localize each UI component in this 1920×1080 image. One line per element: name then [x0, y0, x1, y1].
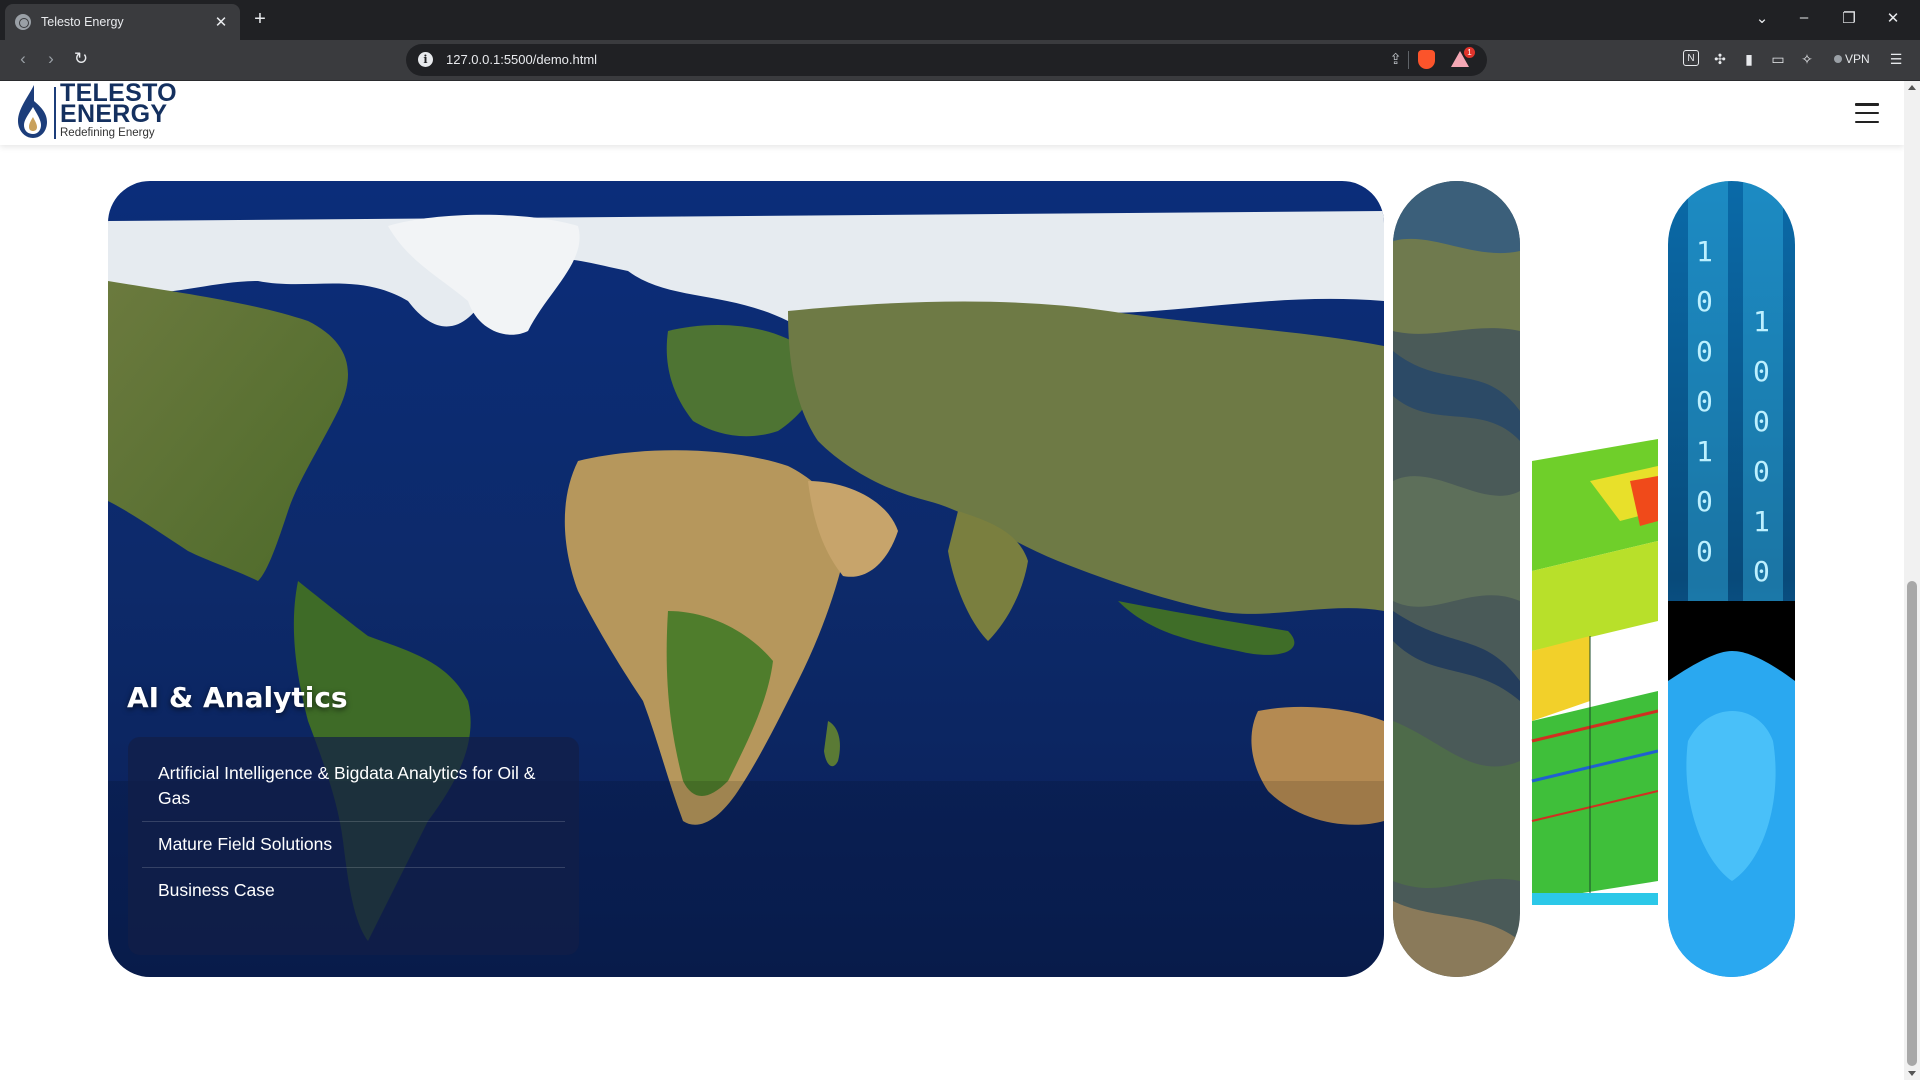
scrollbar-thumb[interactable]	[1907, 581, 1917, 1066]
svg-text:0: 0	[1696, 485, 1713, 518]
url-text[interactable]: 127.0.0.1:5500/demo.html	[446, 52, 597, 67]
digital-binary-image: 1 0 0 0 1 0 0 1 0 0 0 1 0	[1668, 181, 1795, 977]
svg-text:0: 0	[1696, 335, 1713, 368]
close-tab-icon[interactable]: ✕	[212, 13, 230, 31]
carousel-panel-reservoir-model[interactable]	[1530, 181, 1658, 977]
scroll-up-arrow-icon[interactable]	[1908, 85, 1916, 90]
logo-tagline: Redefining Energy	[60, 127, 155, 139]
restore-button[interactable]: ❐	[1839, 9, 1859, 27]
menu-item-mature-field[interactable]: Mature Field Solutions	[142, 822, 565, 868]
svg-text:1: 1	[1753, 305, 1770, 338]
logo-divider	[54, 87, 56, 139]
site-header: TELESTO ENERGY Redefining Energy	[0, 81, 1904, 145]
aerial-delta-image	[1393, 181, 1520, 977]
panel-menu-card: Artificial Intelligence & Bigdata Analyt…	[128, 737, 579, 955]
drop-logo-icon	[18, 85, 47, 138]
notion-extension-icon[interactable]: N	[1683, 50, 1699, 66]
hamburger-menu-icon[interactable]	[1855, 103, 1879, 123]
vpn-button[interactable]: VPN	[1834, 52, 1870, 66]
svg-text:0: 0	[1696, 385, 1713, 418]
site-info-icon[interactable]: i	[418, 52, 433, 67]
svg-text:0: 0	[1753, 555, 1770, 588]
logo[interactable]: TELESTO ENERGY Redefining Energy	[14, 81, 177, 141]
vpn-label: VPN	[1845, 52, 1870, 66]
extensions-icon[interactable]: ✣	[1711, 50, 1729, 68]
browser-toolbar: ‹ › ↻ i 127.0.0.1:5500/demo.html ⇪ 1 N ✣…	[0, 40, 1920, 81]
svg-text:0: 0	[1753, 355, 1770, 388]
svg-text:0: 0	[1696, 285, 1713, 318]
sidebar-icon[interactable]: ▮	[1740, 50, 1758, 68]
wallet-icon[interactable]: ▭	[1769, 50, 1787, 68]
vpn-status-icon	[1834, 55, 1842, 63]
new-tab-button[interactable]: +	[250, 8, 270, 30]
tab-search-icon[interactable]: ⌄	[1752, 9, 1772, 27]
menu-item-ai-bigdata[interactable]: Artificial Intelligence & Bigdata Analyt…	[142, 749, 565, 822]
svg-text:0: 0	[1753, 405, 1770, 438]
reservoir-model-image	[1530, 181, 1658, 977]
carousel-panel-ai-analytics[interactable]: AI & Analytics Artificial Intelligence &…	[108, 181, 1384, 977]
page-viewport: TELESTO ENERGY Redefining Energy AI & An…	[0, 81, 1904, 1080]
menu-icon[interactable]: ☰	[1887, 50, 1905, 68]
browser-tab[interactable]: Telesto Energy ✕	[5, 4, 240, 40]
svg-text:1: 1	[1753, 505, 1770, 538]
logo-text: TELESTO ENERGY Redefining Energy	[60, 81, 177, 139]
rewards-badge: 1	[1464, 47, 1475, 58]
svg-text:1: 1	[1696, 235, 1713, 268]
browser-tab-bar: Telesto Energy ✕ + ⌄ – ❐ ✕	[0, 0, 1920, 40]
close-window-button[interactable]: ✕	[1883, 9, 1903, 27]
scroll-down-arrow-icon[interactable]	[1908, 1071, 1916, 1076]
brave-shields-icon[interactable]	[1418, 50, 1435, 69]
back-button[interactable]: ‹	[12, 49, 34, 69]
leo-ai-icon[interactable]: ✧	[1798, 50, 1816, 68]
svg-text:1: 1	[1696, 435, 1713, 468]
logo-wordmark-line2: ENERGY	[60, 100, 168, 128]
share-icon[interactable]: ⇪	[1389, 50, 1402, 68]
svg-text:0: 0	[1696, 535, 1713, 568]
carousel-panel-aerial-delta[interactable]	[1393, 181, 1520, 977]
svg-text:0: 0	[1753, 455, 1770, 488]
panel-title: AI & Analytics	[127, 681, 348, 714]
tab-title: Telesto Energy	[41, 15, 124, 29]
menu-item-business-case[interactable]: Business Case	[142, 868, 565, 913]
page-scrollbar[interactable]	[1904, 81, 1920, 1080]
reload-button[interactable]: ↻	[70, 49, 92, 69]
forward-button[interactable]: ›	[40, 49, 62, 69]
url-divider	[1408, 51, 1409, 69]
minimize-button[interactable]: –	[1794, 9, 1814, 26]
globe-icon	[15, 14, 31, 30]
carousel-panel-digital[interactable]: 1 0 0 0 1 0 0 1 0 0 0 1 0	[1668, 181, 1795, 977]
address-bar[interactable]: i 127.0.0.1:5500/demo.html ⇪ 1	[406, 44, 1487, 76]
